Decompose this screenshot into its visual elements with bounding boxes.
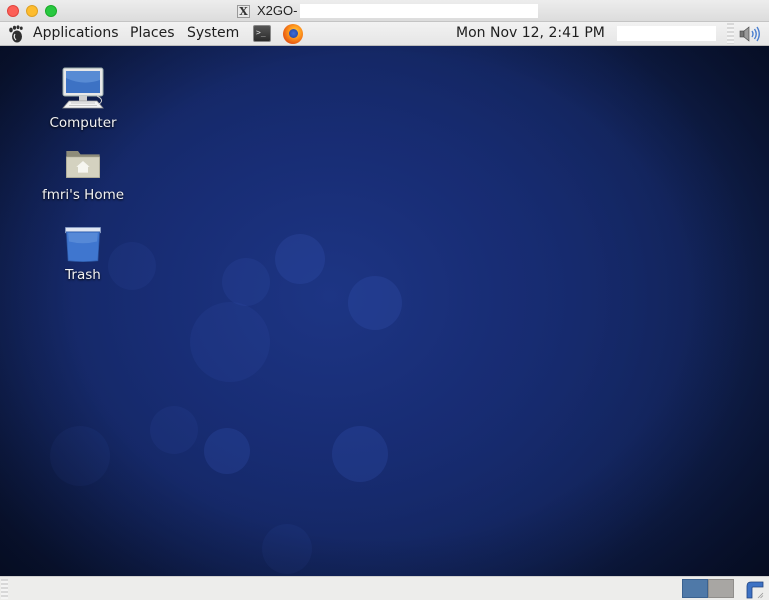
firefox-icon[interactable] (283, 24, 303, 44)
desktop-icon-home[interactable]: fmri's Home (35, 146, 131, 203)
window-close-button[interactable] (7, 5, 19, 17)
window-maximize-button[interactable] (45, 5, 57, 17)
gnome-foot-icon[interactable] (7, 25, 25, 43)
clock[interactable]: Mon Nov 12, 2:41 PM (456, 25, 605, 41)
computer-icon (62, 67, 104, 109)
trash-icon (65, 227, 101, 262)
workspace-switcher-1[interactable] (682, 579, 708, 598)
window-title-bar[interactable]: X X2GO- (0, 0, 769, 22)
menu-applications[interactable]: Applications (33, 25, 119, 41)
terminal-icon[interactable]: >_ (253, 25, 271, 42)
menu-places[interactable]: Places (130, 25, 175, 41)
desktop-icon-computer[interactable]: Computer (35, 66, 131, 131)
x11-app-icon: X (237, 5, 250, 18)
desktop-icon-label: Computer (49, 115, 117, 131)
title-redaction (300, 4, 538, 18)
desktop[interactable]: Computer fmri's Home Trash (0, 46, 769, 576)
desktop-icon-label: Trash (65, 267, 101, 283)
bottom-panel (0, 576, 769, 600)
volume-icon[interactable] (738, 25, 762, 43)
menu-system[interactable]: System (187, 25, 239, 41)
window-title: X2GO- (257, 3, 298, 18)
panel-drag-handle[interactable] (727, 23, 734, 44)
home-folder-icon (66, 151, 100, 178)
panel-drag-handle[interactable] (1, 579, 8, 599)
desktop-icon-trash[interactable]: Trash (35, 224, 131, 283)
clock-redaction (617, 26, 716, 41)
workspace-switcher-2[interactable] (708, 579, 734, 598)
desktop-icon-label: fmri's Home (41, 187, 125, 203)
top-panel: Applications Places System >_ Mon Nov 12… (0, 22, 769, 46)
window-minimize-button[interactable] (26, 5, 38, 17)
show-desktop-icon[interactable] (745, 580, 765, 600)
